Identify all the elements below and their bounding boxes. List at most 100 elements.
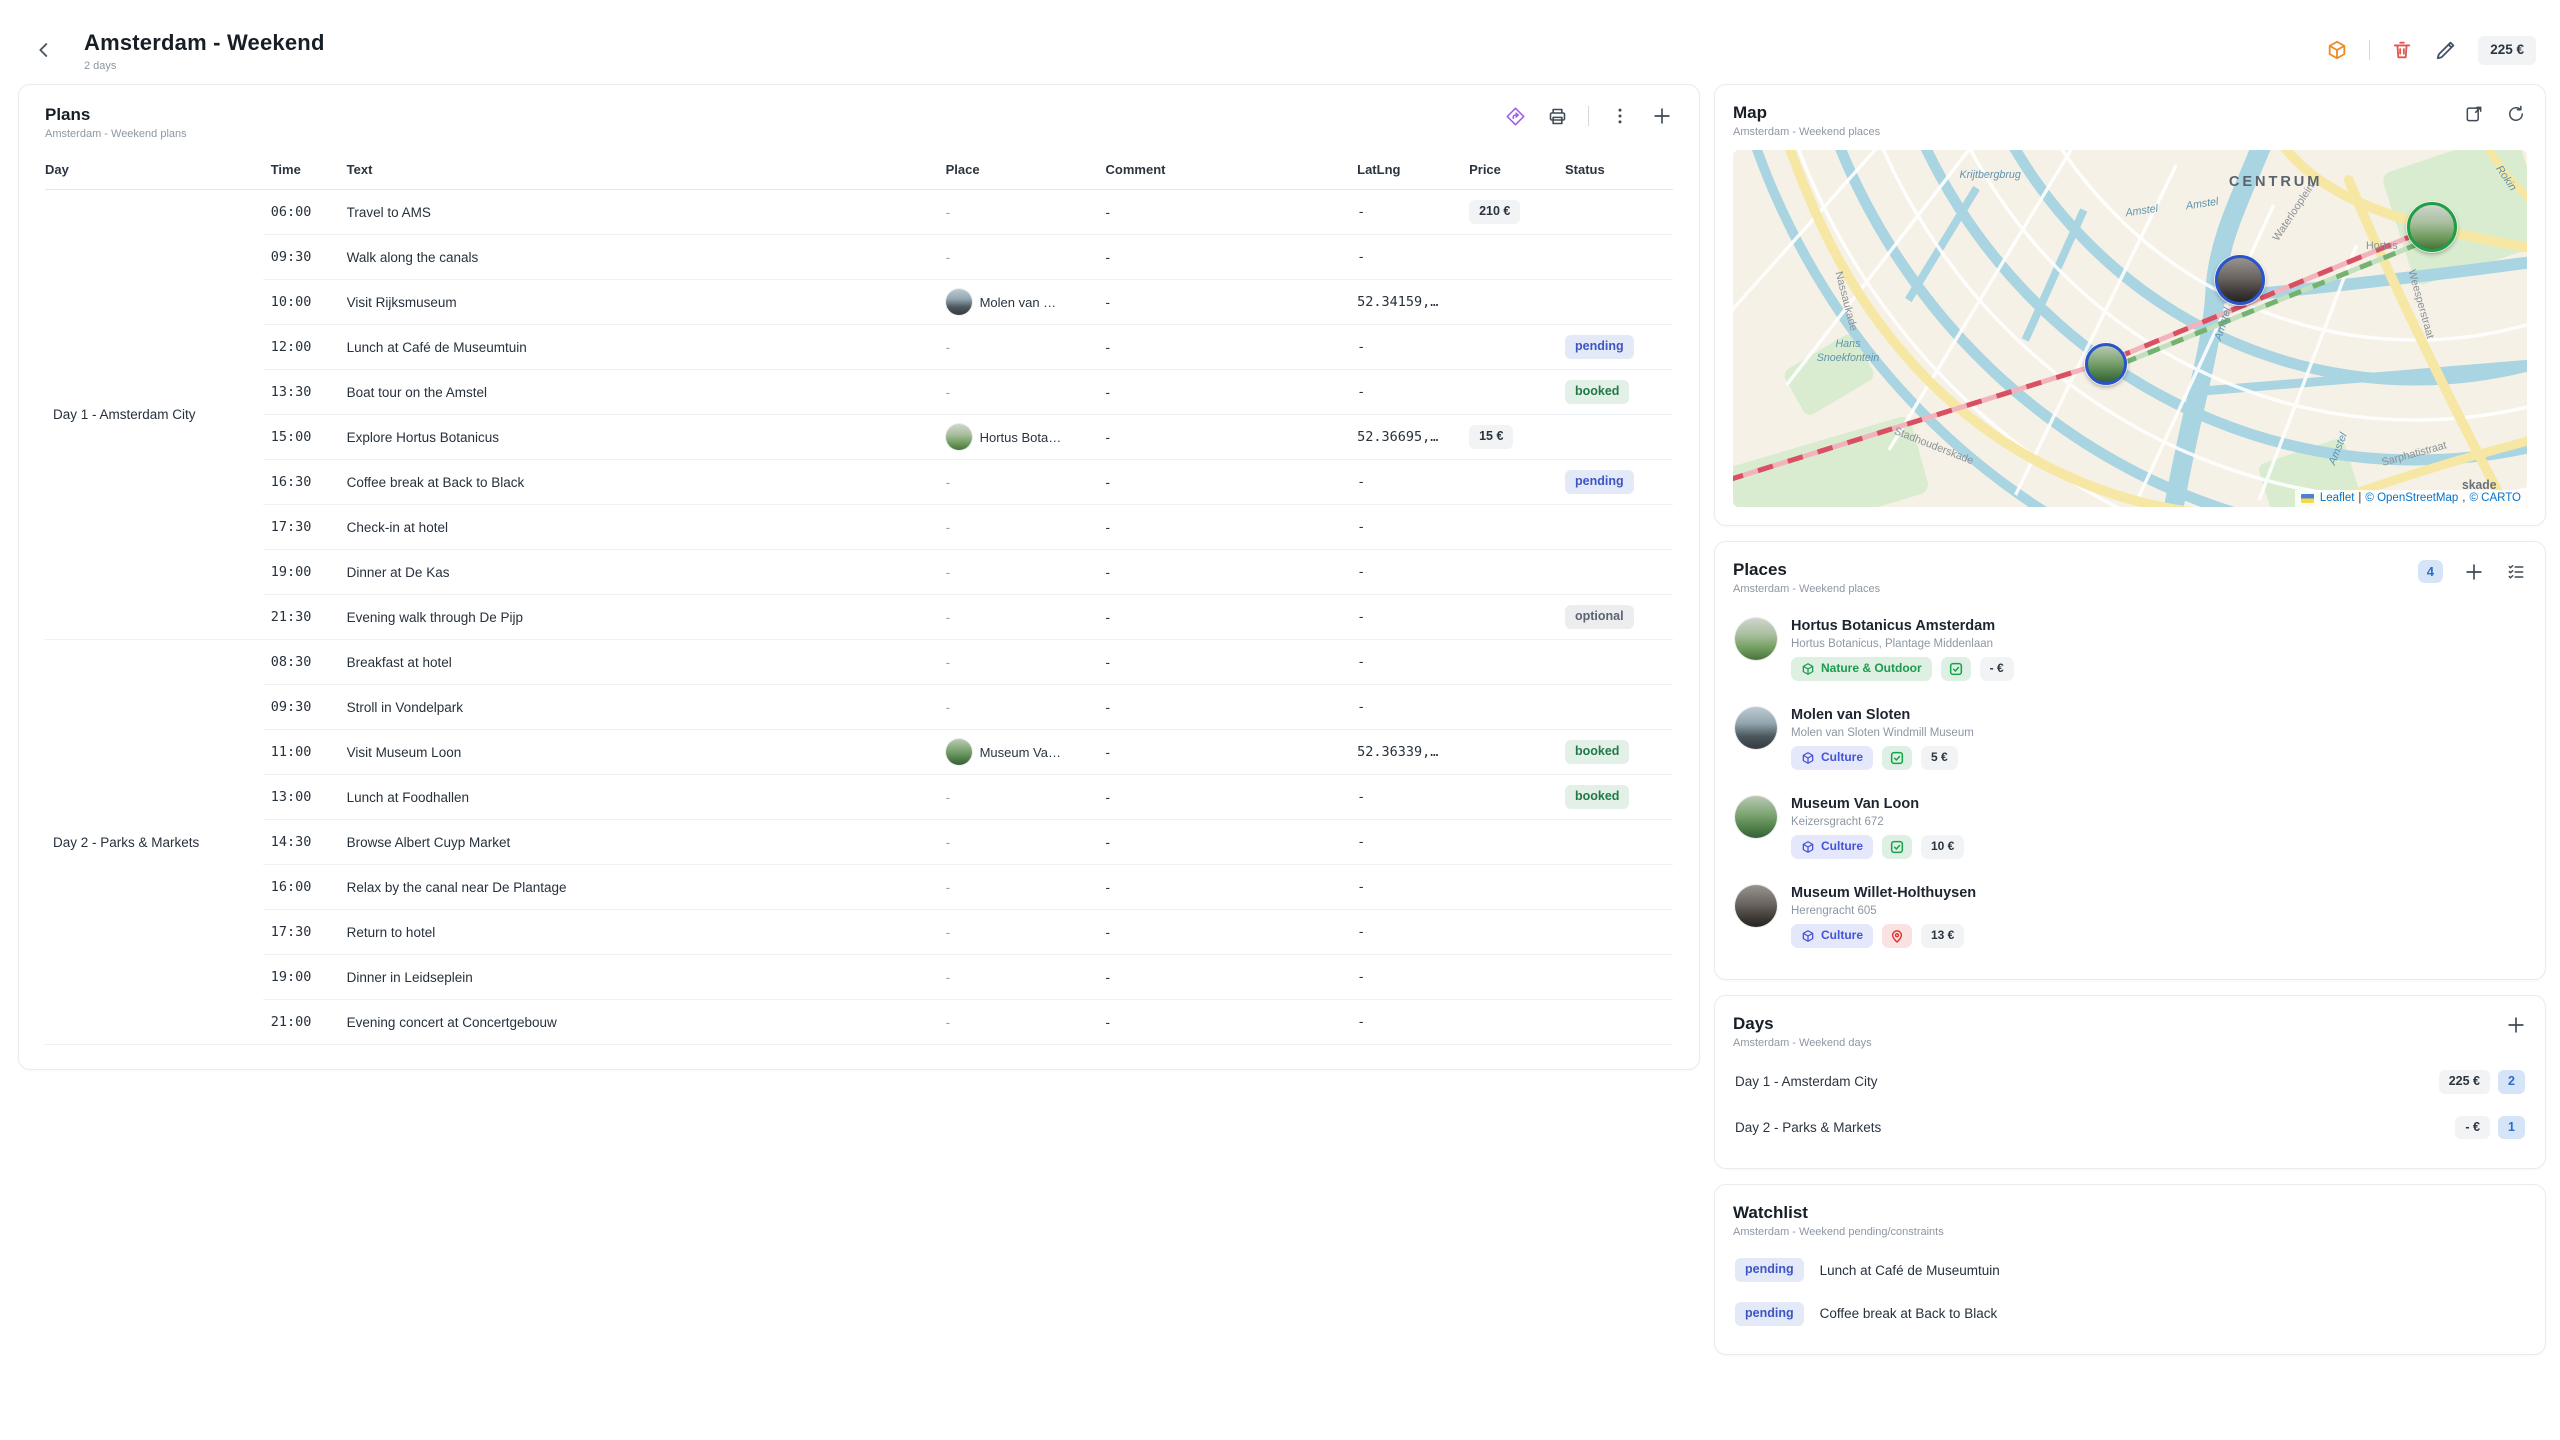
plan-row[interactable]: 19:00Dinner at De Kas---	[45, 550, 1673, 595]
plan-status-cell: booked	[1557, 775, 1673, 820]
plan-price-cell	[1461, 730, 1557, 775]
add-plan-button[interactable]	[1651, 105, 1673, 127]
plan-price-cell	[1461, 325, 1557, 370]
plans-panel: Plans Amsterdam - Weekend plans	[18, 84, 1700, 1070]
plan-comment-cell: -	[1098, 910, 1350, 955]
plan-latlng-cell: -	[1349, 505, 1461, 550]
plan-price-cell	[1461, 370, 1557, 415]
plan-comment-cell: -	[1098, 325, 1350, 370]
map-place-marker[interactable]	[2085, 343, 2127, 385]
plan-time-cell: 15:00	[263, 415, 339, 460]
place-list-item[interactable]: Museum Willet-HolthuysenHerengracht 605C…	[1733, 872, 2527, 961]
place-detail: Keizersgracht 672	[1791, 816, 1964, 828]
plan-comment-cell: -	[1098, 235, 1350, 280]
page-subtitle: 2 days	[84, 60, 325, 72]
map-place-marker[interactable]	[2407, 202, 2457, 252]
plan-row[interactable]: 11:00Visit Museum LoonMuseum Va…-52.3633…	[45, 730, 1673, 775]
plan-row[interactable]: 12:00Lunch at Café de Museumtuin---pendi…	[45, 325, 1673, 370]
watchlist-text: Coffee break at Back to Black	[1820, 1306, 1998, 1321]
plan-row[interactable]: 13:30Boat tour on the Amstel---booked	[45, 370, 1673, 415]
plan-latlng-cell: -	[1349, 820, 1461, 865]
plan-row[interactable]: Day 2 - Parks & Markets08:30Breakfast at…	[45, 640, 1673, 685]
plan-place-cell: -	[938, 775, 1098, 820]
plan-row[interactable]: 13:00Lunch at Foodhallen---booked	[45, 775, 1673, 820]
day-count-badge: 1	[2498, 1116, 2525, 1140]
plan-row[interactable]: 09:30Stroll in Vondelpark---	[45, 685, 1673, 730]
place-name: Museum Van Loon	[1791, 796, 1964, 812]
days-title: Days	[1733, 1014, 1872, 1034]
watchlist-item[interactable]: pendingCoffee break at Back to Black	[1733, 1292, 2527, 1336]
carto-link[interactable]: © CARTO	[2469, 492, 2521, 504]
plan-text-cell: Coffee break at Back to Black	[339, 460, 938, 505]
category-cube-icon	[1801, 751, 1815, 765]
plan-row[interactable]: 10:00Visit RijksmuseumMolen van …-52.341…	[45, 280, 1673, 325]
check-square-icon	[1889, 750, 1905, 766]
day-label: Day 2 - Parks & Markets	[1735, 1120, 1881, 1135]
watchlist-subtitle: Amsterdam - Weekend pending/constraints	[1733, 1226, 1944, 1238]
trash-icon[interactable]	[2390, 38, 2414, 62]
edit-pencil-icon[interactable]	[2434, 38, 2458, 62]
add-place-button[interactable]	[2463, 561, 2485, 583]
map-attribution: Leaflet | © OpenStreetMap, © CARTO	[2295, 490, 2527, 507]
plan-status-cell: pending	[1557, 325, 1673, 370]
plan-comment-cell: -	[1098, 865, 1350, 910]
plan-row[interactable]: 14:30Browse Albert Cuyp Market---	[45, 820, 1673, 865]
day-row[interactable]: Day 1 - Amsterdam City225 €2	[1733, 1059, 2527, 1105]
category-cube-icon	[1801, 929, 1815, 943]
checklist-icon[interactable]	[2505, 561, 2527, 583]
plan-text-cell: Relax by the canal near De Plantage	[339, 865, 938, 910]
trip-total-price-badge: 225 €	[2478, 36, 2536, 65]
map-label: Krijtbergbrug	[1960, 169, 2021, 181]
plan-text-cell: Check-in at hotel	[339, 505, 938, 550]
plan-time-cell: 13:30	[263, 370, 339, 415]
map-place-marker[interactable]	[2215, 255, 2265, 305]
plan-row[interactable]: 21:30Evening walk through De Pijp---opti…	[45, 595, 1673, 640]
plan-place-cell: -	[938, 370, 1098, 415]
back-button[interactable]	[30, 36, 58, 64]
plan-row[interactable]: 16:30Coffee break at Back to Black---pen…	[45, 460, 1673, 505]
expand-map-icon[interactable]	[2463, 103, 2485, 125]
place-name: Molen van Sloten	[1791, 707, 1974, 723]
plan-row[interactable]: 15:00Explore Hortus BotanicusHortus Bota…	[45, 415, 1673, 460]
plan-comment-cell: -	[1098, 370, 1350, 415]
visited-check-badge	[1882, 746, 1912, 770]
plan-place-cell: -	[938, 955, 1098, 1000]
refresh-map-icon[interactable]	[2505, 103, 2527, 125]
watchlist-item[interactable]: pendingLunch at Café de Museumtuin	[1733, 1248, 2527, 1292]
plan-text-cell: Evening concert at Concertgebouw	[339, 1000, 938, 1045]
plan-row[interactable]: Day 1 - Amsterdam City06:00Travel to AMS…	[45, 190, 1673, 235]
route-directions-icon[interactable]	[1504, 105, 1526, 127]
place-list-item[interactable]: Molen van SlotenMolen van Sloten Windmil…	[1733, 694, 2527, 783]
place-price-badge: - €	[1980, 657, 2014, 680]
plan-text-cell: Explore Hortus Botanicus	[339, 415, 938, 460]
leaflet-link[interactable]: Leaflet	[2320, 492, 2355, 504]
plan-row[interactable]: 16:00Relax by the canal near De Plantage…	[45, 865, 1673, 910]
kebab-menu-icon[interactable]	[1609, 105, 1631, 127]
print-icon[interactable]	[1546, 105, 1568, 127]
plan-text-cell: Dinner in Leidseplein	[339, 955, 938, 1000]
add-day-button[interactable]	[2505, 1014, 2527, 1036]
plan-place-cell: -	[938, 1000, 1098, 1045]
places-count-badge: 4	[2418, 560, 2443, 583]
plan-place-cell: Hortus Bota…	[938, 415, 1098, 460]
plan-comment-cell: -	[1098, 685, 1350, 730]
openstreetmap-link[interactable]: © OpenStreetMap	[2365, 492, 2458, 504]
plan-row[interactable]: 09:30Walk along the canals---	[45, 235, 1673, 280]
plan-row[interactable]: 21:00Evening concert at Concertgebouw---	[45, 1000, 1673, 1045]
place-list-item[interactable]: Museum Van LoonKeizersgracht 672Culture1…	[1733, 783, 2527, 872]
plan-time-cell: 21:00	[263, 1000, 339, 1045]
plan-row[interactable]: 19:00Dinner in Leidseplein---	[45, 955, 1673, 1000]
plan-status-cell	[1557, 280, 1673, 325]
plan-status-cell	[1557, 685, 1673, 730]
day-row[interactable]: Day 2 - Parks & Markets- €1	[1733, 1105, 2527, 1151]
leaflet-map[interactable]: CENTRUMAmstelAmstelAmstelAmstelKrijtberg…	[1733, 150, 2527, 507]
place-list-item[interactable]: Hortus Botanicus AmsterdamHortus Botanic…	[1733, 605, 2527, 694]
plan-text-cell: Visit Rijksmuseum	[339, 280, 938, 325]
plan-latlng-cell: -	[1349, 550, 1461, 595]
plan-row[interactable]: 17:30Check-in at hotel---	[45, 505, 1673, 550]
plan-time-cell: 11:00	[263, 730, 339, 775]
plan-place-cell: Museum Va…	[938, 730, 1098, 775]
plan-row[interactable]: 17:30Return to hotel---	[45, 910, 1673, 955]
category-badge: Culture	[1791, 924, 1873, 948]
package-icon[interactable]	[2325, 38, 2349, 62]
